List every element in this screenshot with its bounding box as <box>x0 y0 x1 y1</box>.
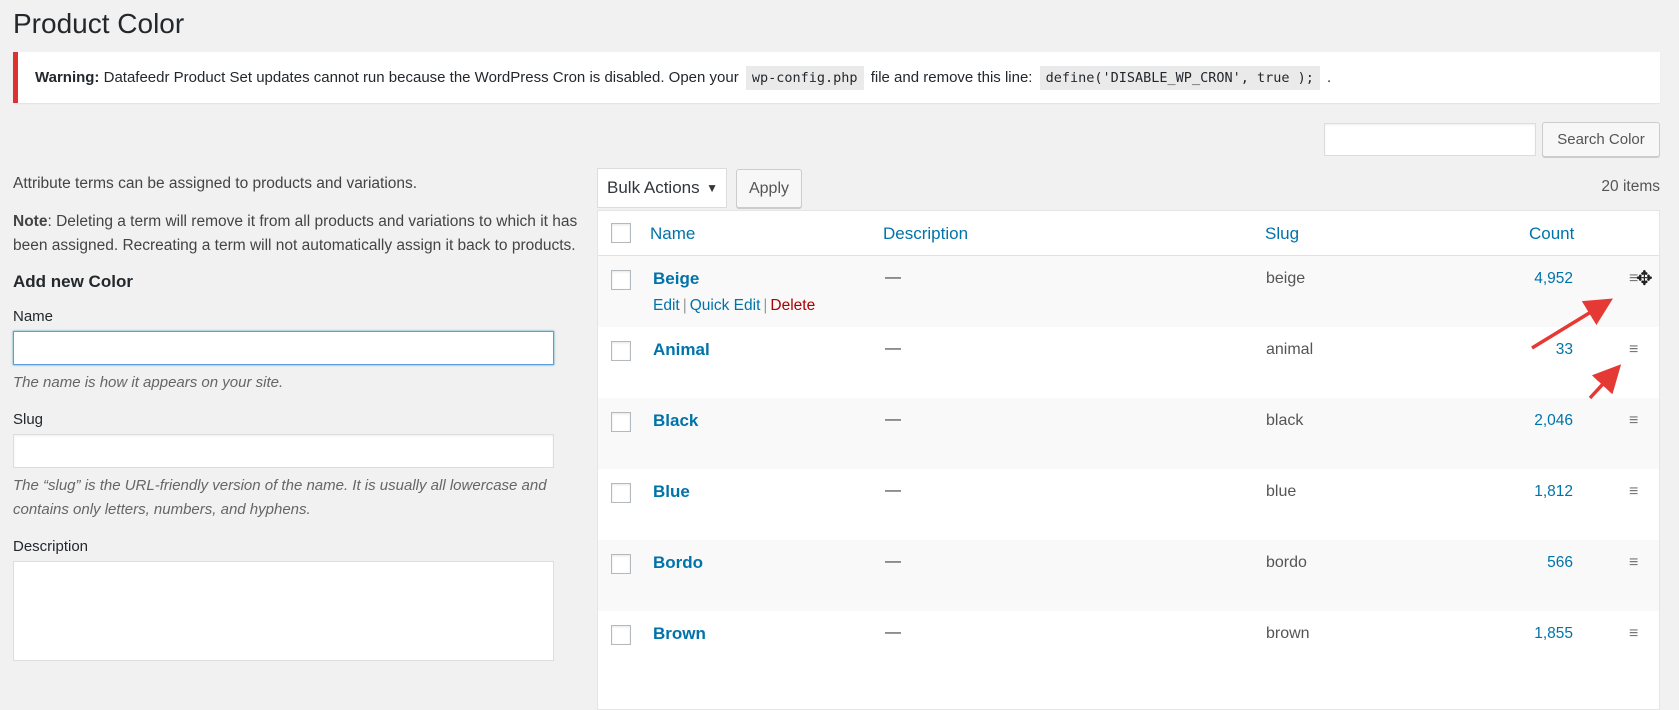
menu-icon[interactable]: ≡ <box>1629 625 1638 643</box>
menu-icon[interactable]: ≡ <box>1629 554 1638 572</box>
column-header-description[interactable]: Description <box>883 224 968 244</box>
terms-table: Name Description Slug Count Beige — beig… <box>597 210 1660 710</box>
slug-help: The “slug” is the URL-friendly version o… <box>13 477 547 518</box>
term-description: — <box>885 553 901 570</box>
term-description: — <box>885 482 901 499</box>
column-header-name[interactable]: Name <box>650 224 695 244</box>
description-field[interactable] <box>13 561 554 661</box>
add-term-panel: Attribute terms can be assigned to produ… <box>13 172 593 661</box>
intro-text: Attribute terms can be assigned to produ… <box>13 175 418 192</box>
name-label: Name <box>13 308 54 325</box>
menu-icon[interactable]: ≡ <box>1629 412 1638 430</box>
column-header-count[interactable]: Count <box>1529 224 1574 244</box>
row-checkbox[interactable] <box>611 341 631 361</box>
note-text: Note: Deleting a term will remove it fro… <box>13 210 593 258</box>
term-slug: animal <box>1266 341 1314 358</box>
term-count-link[interactable]: 1,812 <box>1534 483 1573 501</box>
term-description: — <box>885 269 901 286</box>
notice-code-config: wp-config.php <box>745 66 864 90</box>
column-header-slug[interactable]: Slug <box>1265 224 1299 244</box>
row-checkbox[interactable] <box>611 625 631 645</box>
name-field[interactable] <box>13 331 554 365</box>
row-checkbox[interactable] <box>611 483 631 503</box>
notice-code-define: define('DISABLE_WP_CRON', true ); <box>1039 66 1320 90</box>
action-separator: | <box>682 297 687 314</box>
term-description: — <box>885 340 901 357</box>
term-name-link[interactable]: Beige <box>653 269 699 289</box>
term-count-link[interactable]: 33 <box>1556 341 1573 359</box>
table-row: Beige — beige 4,952 ≡ ✥ Edit | Quick Edit |… <box>598 256 1659 327</box>
term-description: — <box>885 624 901 641</box>
caret-down-icon: ▼ <box>706 181 718 195</box>
table-row: Animal — animal 33 ≡ <box>598 327 1659 398</box>
term-name-link[interactable]: Black <box>653 411 698 431</box>
row-actions: Edit | Quick Edit | Delete <box>653 297 815 315</box>
term-name-link[interactable]: Brown <box>653 624 706 644</box>
slug-label: Slug <box>13 411 44 428</box>
term-count-link[interactable]: 1,855 <box>1534 625 1573 643</box>
row-checkbox[interactable] <box>611 270 631 290</box>
slug-field[interactable] <box>13 434 554 468</box>
term-slug: black <box>1266 412 1304 429</box>
term-slug: brown <box>1266 625 1310 642</box>
table-row: Blue — blue 1,812 ≡ <box>598 469 1659 540</box>
term-name-link[interactable]: Animal <box>653 340 710 360</box>
items-count: 20 items <box>1601 178 1660 195</box>
name-help: The name is how it appears on your site. <box>13 374 284 391</box>
term-count-link[interactable]: 566 <box>1547 554 1573 572</box>
notice-text-1: Datafeedr Product Set updates cannot run… <box>99 69 743 86</box>
description-label: Description <box>13 538 89 555</box>
quick-edit-link[interactable]: Quick Edit <box>690 297 761 314</box>
edit-link[interactable]: Edit <box>653 297 680 314</box>
table-row: Black — black 2,046 ≡ <box>598 398 1659 469</box>
table-header: Name Description Slug Count <box>598 211 1659 256</box>
delete-link[interactable]: Delete <box>770 297 815 314</box>
apply-button[interactable]: Apply <box>736 169 802 208</box>
select-all-checkbox[interactable] <box>611 223 631 243</box>
cron-warning-notice: Warning: Datafeedr Product Set updates c… <box>13 52 1660 103</box>
row-checkbox[interactable] <box>611 412 631 432</box>
notice-label: Warning: <box>35 69 100 86</box>
bulk-actions-select[interactable]: Bulk Actions ▼ <box>597 168 727 208</box>
notice-text-3: . <box>1322 69 1332 86</box>
term-count-link[interactable]: 2,046 <box>1534 412 1573 430</box>
table-row: Bordo — bordo 566 ≡ <box>598 540 1659 611</box>
add-new-heading: Add new Color <box>13 272 133 291</box>
term-count-link[interactable]: 4,952 <box>1534 270 1573 288</box>
term-name-link[interactable]: Blue <box>653 482 690 502</box>
menu-icon[interactable]: ≡ <box>1629 341 1638 359</box>
table-row: Brown — brown 1,855 ≡ <box>598 611 1659 682</box>
search-color-button[interactable]: Search Color <box>1542 122 1660 157</box>
notice-text-2: file and remove this line: <box>866 69 1037 86</box>
row-checkbox[interactable] <box>611 554 631 574</box>
term-slug: bordo <box>1266 554 1307 571</box>
note-label: Note <box>13 213 48 230</box>
page-title: Product Color <box>13 8 185 39</box>
term-slug: blue <box>1266 483 1297 500</box>
term-description: — <box>885 411 901 428</box>
menu-icon[interactable]: ≡ <box>1629 483 1638 501</box>
bulk-actions-value: Bulk Actions <box>607 178 700 197</box>
term-name-link[interactable]: Bordo <box>653 553 703 573</box>
note-body: : Deleting a term will remove it from al… <box>13 213 578 254</box>
action-separator: | <box>763 297 768 314</box>
term-slug: beige <box>1266 270 1306 287</box>
move-cursor-icon: ✥ <box>1636 268 1653 290</box>
search-input[interactable] <box>1324 123 1536 156</box>
